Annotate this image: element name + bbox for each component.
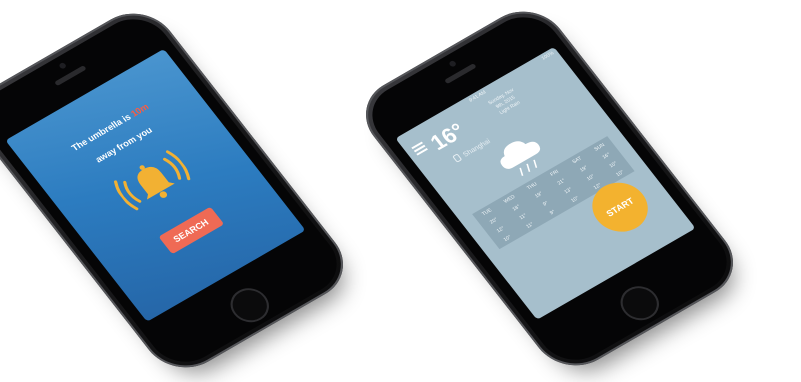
phone-right: 9:41 AM 100% 16° Sunday, Nov 9th, 2015 L… xyxy=(349,0,750,380)
search-button[interactable]: SEARCH xyxy=(158,206,224,255)
location-pin-icon xyxy=(452,153,463,163)
distance-value: 10m xyxy=(128,101,151,119)
hamburger-menu-icon[interactable] xyxy=(411,141,428,156)
location-name: Shanghai xyxy=(462,138,493,159)
mockup-stage: The umbrella is 10m away from you SEARCH xyxy=(0,0,801,382)
status-battery: 100% xyxy=(540,50,556,62)
phone-left: The umbrella is 10m away from you SEARCH xyxy=(0,0,360,382)
